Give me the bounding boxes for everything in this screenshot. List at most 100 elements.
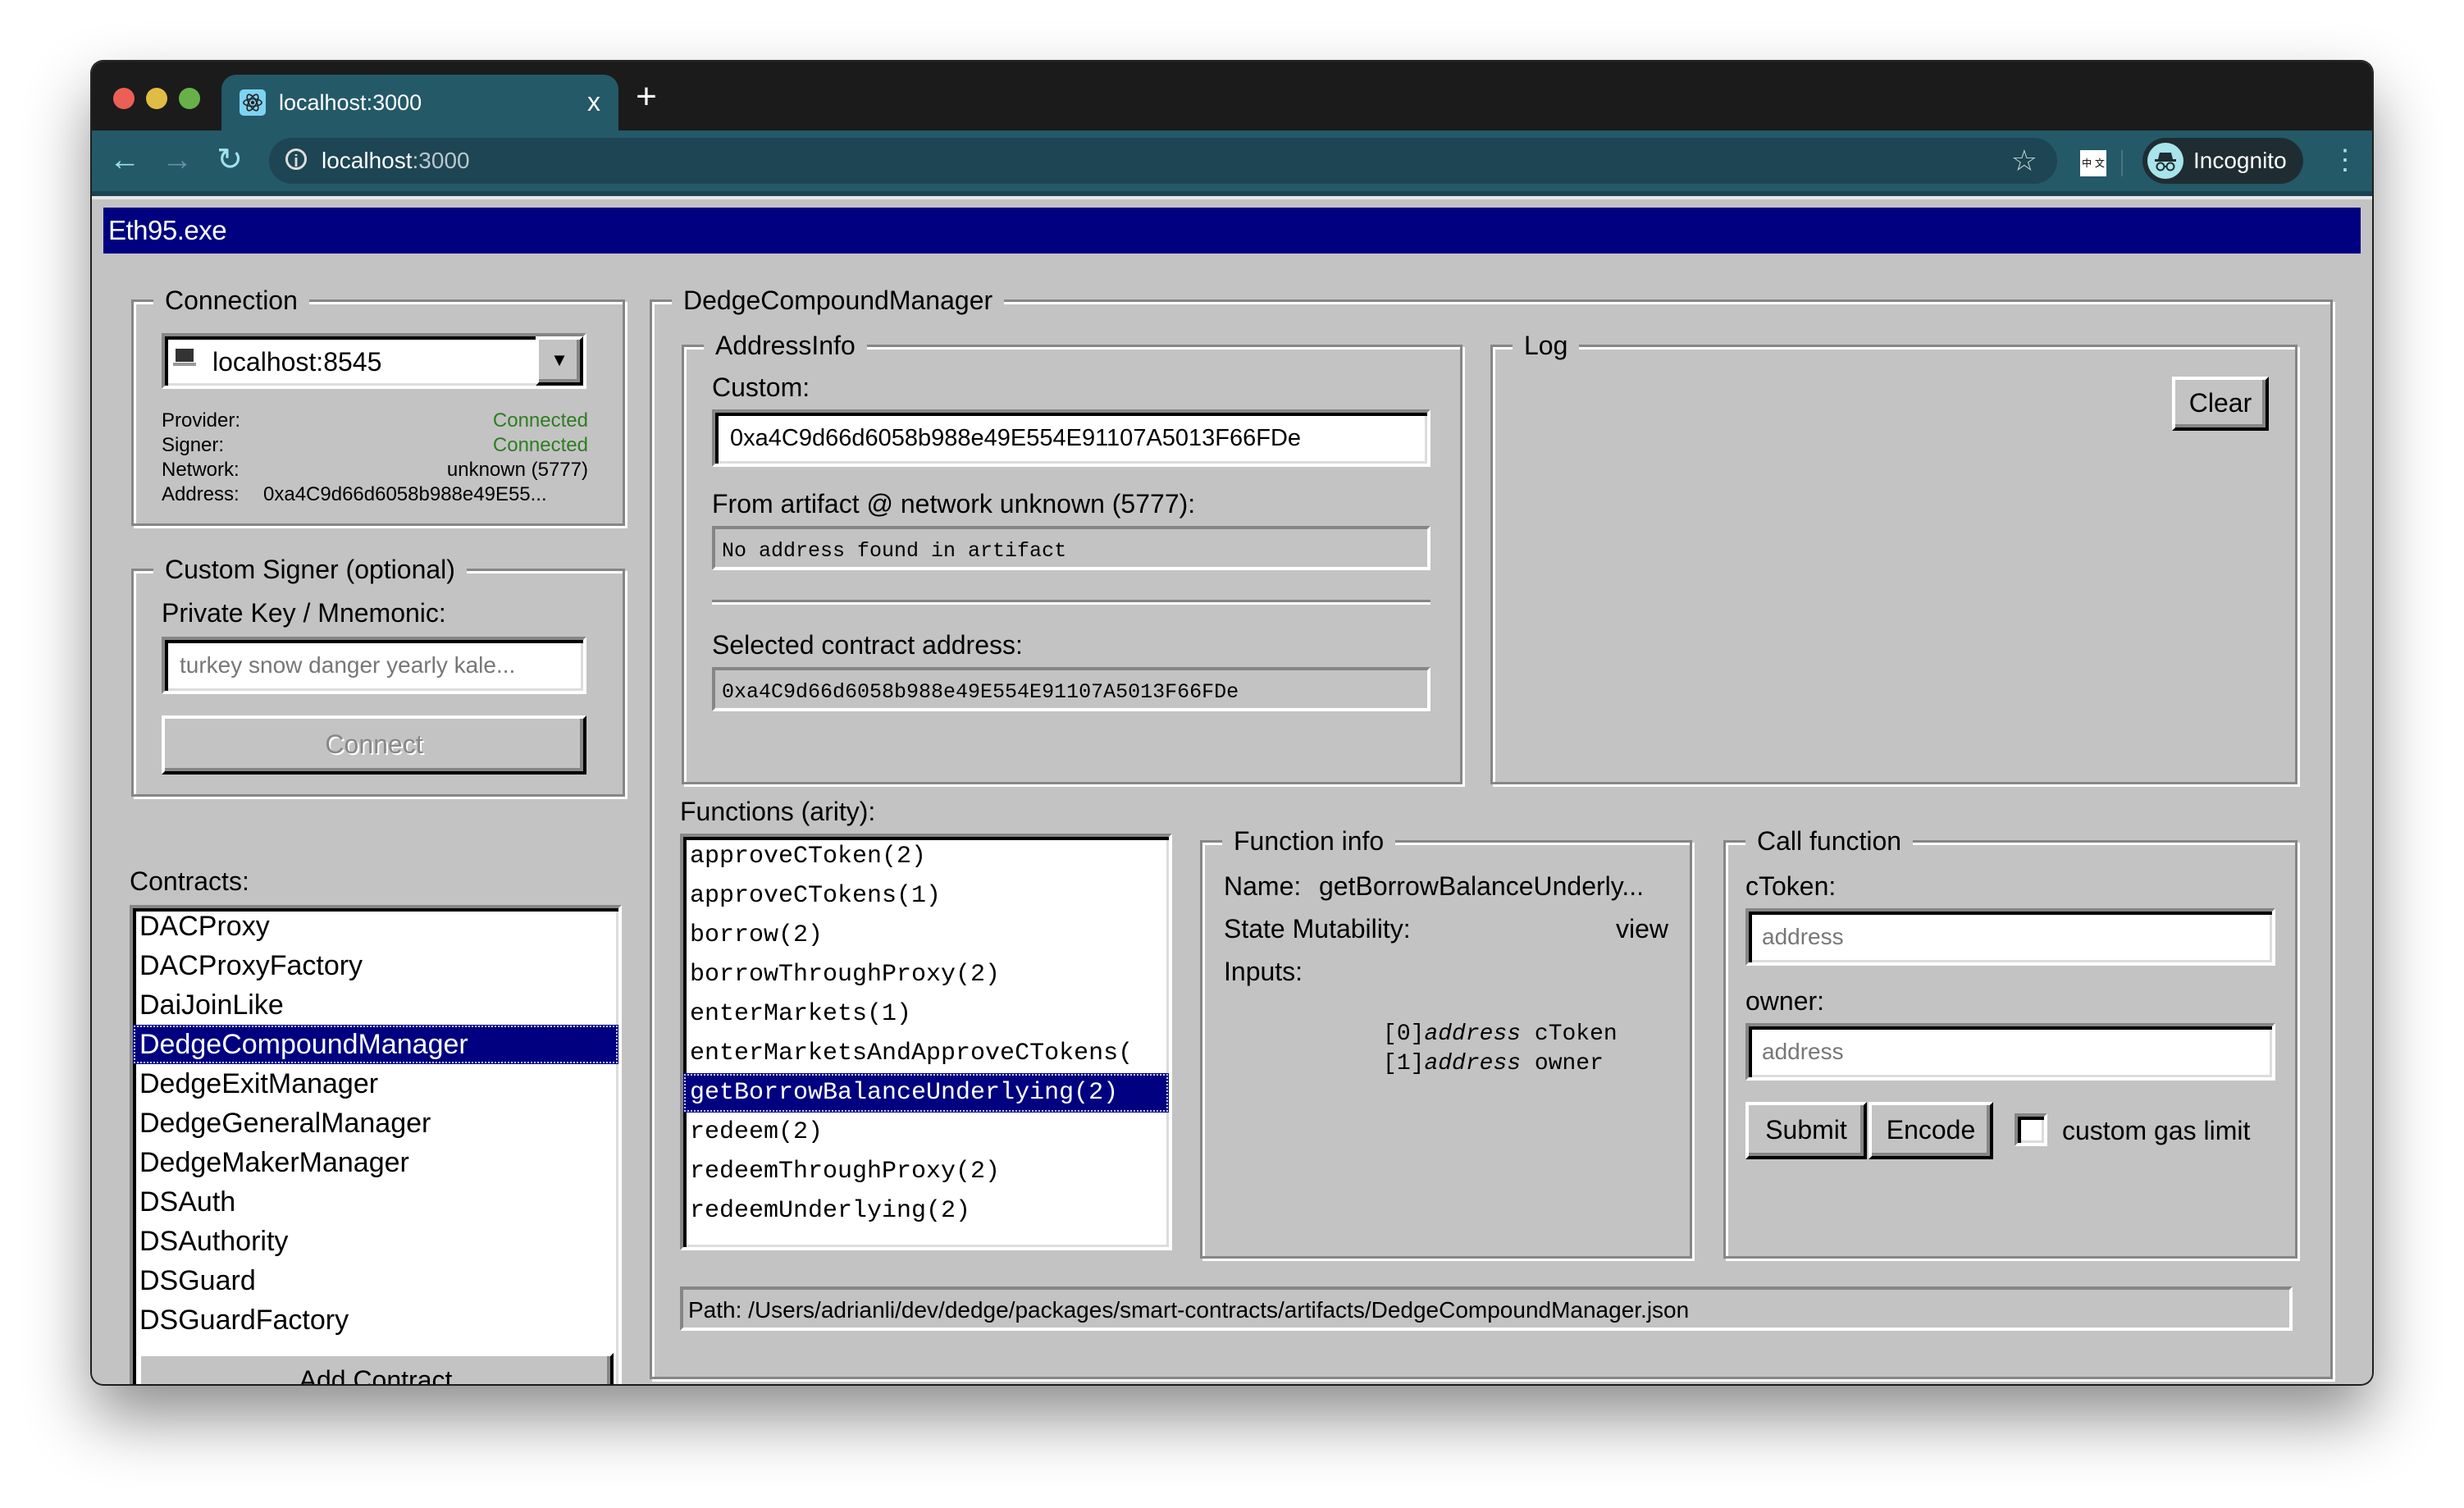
encode-button[interactable]: Encode — [1869, 1102, 1993, 1159]
network-value: unknown (5777) — [446, 459, 588, 481]
toolbar-separator — [2121, 150, 2123, 176]
contract-item[interactable]: DSGuardFactory — [133, 1300, 618, 1340]
address-info-group: AddressInfo Custom: 0xa4C9d66d6058b988e4… — [682, 329, 1462, 784]
contracts-list[interactable]: DACProxy DACProxyFactory DaiJoinLike Ded… — [130, 905, 622, 1384]
input-row: [1]address owner — [1245, 1020, 1604, 1108]
mutability-label: State Mutability: — [1224, 914, 1411, 944]
add-contract-button[interactable]: Add Contract — [138, 1353, 614, 1384]
artifact-address-value: No address found in artifact — [722, 539, 1067, 563]
connection-legend: Connection — [153, 284, 309, 317]
url-text[interactable]: localhost:3000 — [322, 148, 470, 174]
address-bar[interactable]: i localhost:3000 ☆ — [269, 138, 2057, 184]
maximize-window-button[interactable] — [179, 88, 200, 109]
new-tab-button[interactable]: + — [630, 78, 663, 116]
ctoken-input[interactable]: address — [1745, 908, 2275, 966]
bookmark-star-icon[interactable]: ☆ — [2011, 143, 2037, 179]
contract-item[interactable]: DSGuard — [133, 1261, 618, 1300]
contracts-list-scroll: DACProxy DACProxyFactory DaiJoinLike Ded… — [133, 908, 618, 1340]
function-item[interactable]: borrowThroughProxy(2) — [683, 955, 1169, 994]
custom-gas-label[interactable]: custom gas limit — [2062, 1115, 2250, 1146]
function-info-group: Function info Name: getBorrowBalanceUnde… — [1200, 825, 1692, 1259]
artifact-address-field: No address found in artifact — [712, 526, 1430, 570]
contract-item[interactable]: DaiJoinLike — [133, 985, 618, 1025]
contract-item[interactable]: DedgeMakerManager — [133, 1143, 618, 1182]
contract-item[interactable]: DSAuthority — [133, 1222, 618, 1261]
custom-gas-checkbox[interactable] — [2015, 1113, 2047, 1146]
function-item[interactable]: enterMarketsAndApproveCTokens( — [683, 1034, 1169, 1073]
network-select[interactable]: localhost:8545 ▼ — [162, 333, 586, 389]
artifact-address-label: From artifact @ network unknown (5777): — [712, 489, 1196, 519]
reload-icon[interactable]: ↻ — [213, 144, 246, 176]
owner-placeholder: address — [1762, 1039, 1844, 1064]
private-key-input[interactable]: turkey snow danger yearly kale... — [162, 637, 586, 694]
encode-label: Encode — [1886, 1115, 1976, 1145]
site-info-icon[interactable]: i — [285, 149, 307, 171]
app-viewport: Eth95.exe Connection localhost:8545 ▼ Pr… — [92, 196, 2372, 1384]
provider-label: Provider: — [162, 409, 241, 432]
function-item[interactable]: redeem(2) — [683, 1113, 1169, 1152]
private-key-placeholder: turkey snow danger yearly kale... — [180, 652, 516, 678]
function-item[interactable]: redeemUnderlying(2) — [683, 1191, 1169, 1231]
incognito-profile-button[interactable]: Incognito — [2142, 138, 2303, 184]
browser-menu-icon[interactable]: ⋮ — [2331, 142, 2359, 178]
signer-label: Signer: — [162, 434, 225, 456]
contract-item[interactable]: DedgeGeneralManager — [133, 1104, 618, 1143]
submit-label: Submit — [1765, 1115, 1847, 1145]
param-label-owner: owner: — [1745, 986, 1825, 1016]
contract-item[interactable]: DACProxy — [133, 908, 618, 946]
translate-extension-icon[interactable]: 中 文 — [2080, 150, 2106, 176]
tab-title: localhost:3000 — [279, 90, 422, 115]
function-name-label: Name: — [1224, 871, 1302, 901]
app-title-bar: Eth95.exe — [103, 208, 2361, 254]
address-value: 0xa4C9d66d6058b988e49E55... — [263, 483, 547, 505]
artifact-path-field: Path: /Users/adrianli/dev/dedge/packages… — [680, 1286, 2293, 1331]
contract-panel: DedgeCompoundManager AddressInfo Custom:… — [650, 284, 2333, 1379]
functions-list-scroll: approveCToken(2) approveCTokens(1) borro… — [683, 837, 1169, 1231]
input-name: owner — [1534, 1051, 1604, 1076]
clear-log-button[interactable]: Clear — [2172, 377, 2269, 431]
selected-address-label: Selected contract address: — [712, 630, 1023, 660]
function-info-legend: Function info — [1222, 825, 1396, 857]
status-row-network: Network: unknown (5777) — [162, 458, 588, 482]
incognito-label: Incognito — [2193, 148, 2287, 173]
network-label: Network: — [162, 459, 240, 481]
react-favicon-icon — [240, 89, 266, 116]
contract-item-selected[interactable]: DedgeCompoundManager — [133, 1025, 618, 1064]
function-item[interactable]: approveCToken(2) — [683, 837, 1169, 876]
submit-button[interactable]: Submit — [1745, 1102, 1867, 1159]
status-row-provider: Provider: Connected — [162, 409, 588, 433]
function-name-value: getBorrowBalanceUnderly... — [1319, 871, 1645, 901]
forward-icon[interactable]: → — [161, 144, 194, 176]
function-item[interactable]: enterMarkets(1) — [683, 994, 1169, 1034]
back-icon[interactable]: ← — [108, 144, 141, 176]
function-item[interactable]: approveCTokens(1) — [683, 876, 1169, 916]
function-item-selected[interactable]: getBorrowBalanceUnderlying(2) — [683, 1073, 1169, 1113]
artifact-path: Path: /Users/adrianli/dev/dedge/packages… — [688, 1297, 1690, 1323]
owner-input[interactable]: address — [1745, 1023, 2275, 1081]
dropdown-arrow-button[interactable]: ▼ — [536, 336, 583, 386]
contract-item[interactable]: DSAuth — [133, 1182, 618, 1222]
url-port: :3000 — [412, 148, 470, 173]
functions-list[interactable]: approveCToken(2) approveCTokens(1) borro… — [680, 834, 1172, 1250]
close-window-button[interactable] — [113, 88, 135, 109]
function-item[interactable]: borrow(2) — [683, 916, 1169, 955]
call-function-legend: Call function — [1745, 825, 1914, 857]
browser-tab[interactable]: localhost:3000 x — [221, 75, 618, 130]
contract-panel-legend: DedgeCompoundManager — [672, 284, 1005, 317]
connection-group: Connection localhost:8545 ▼ Provider: Co… — [131, 284, 625, 526]
connection-status-table: Provider: Connected Signer: Connected Ne… — [162, 409, 588, 507]
connect-button[interactable]: Connect — [162, 715, 586, 775]
function-item[interactable]: redeemThroughProxy(2) — [683, 1152, 1169, 1191]
log-legend: Log — [1513, 329, 1580, 362]
selected-address-value: 0xa4C9d66d6058b988e49E554E91107A5013F66F… — [722, 680, 1239, 704]
network-select-value: localhost:8545 — [212, 347, 382, 377]
contract-item[interactable]: DACProxyFactory — [133, 946, 618, 985]
contract-item[interactable]: DedgeExitManager — [133, 1064, 618, 1104]
tab-close-icon[interactable]: x — [587, 86, 600, 117]
ctoken-placeholder: address — [1762, 924, 1844, 949]
custom-address-input[interactable]: 0xa4C9d66d6058b988e49E554E91107A5013F66F… — [712, 409, 1430, 467]
incognito-icon — [2147, 143, 2183, 179]
custom-signer-group: Custom Signer (optional) Private Key / M… — [131, 553, 625, 797]
minimize-window-button[interactable] — [146, 88, 167, 109]
chevron-down-icon: ▼ — [550, 350, 568, 370]
